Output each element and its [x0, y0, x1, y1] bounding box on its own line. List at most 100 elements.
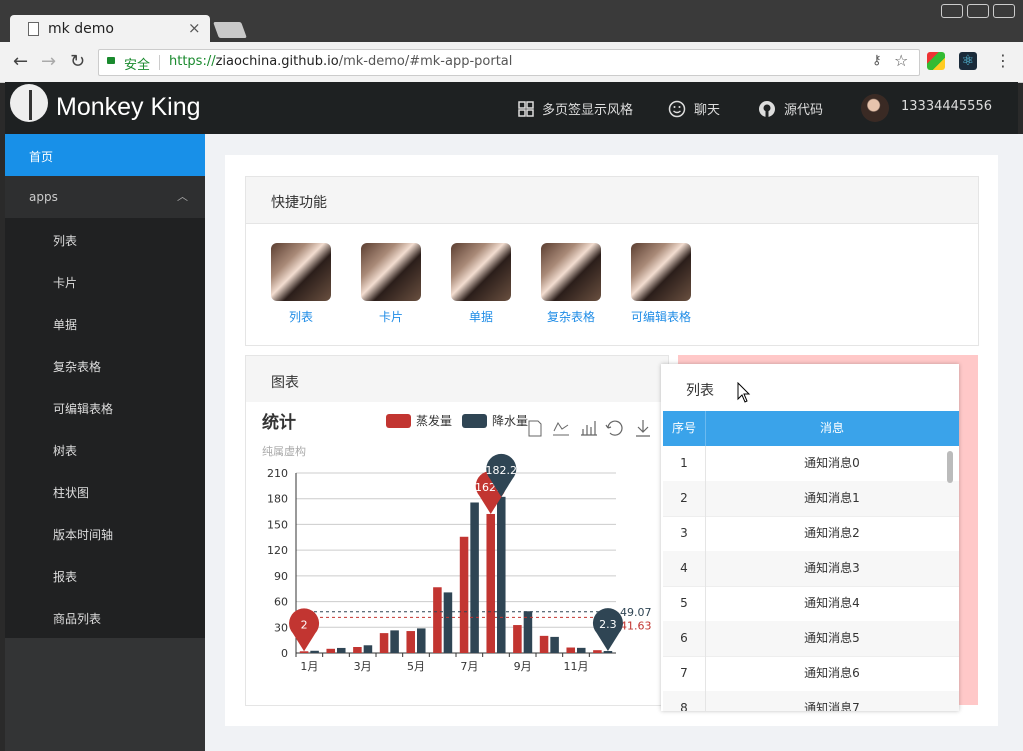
bar: [337, 647, 346, 653]
sidebar-item-editable-table[interactable]: 可编辑表格: [5, 386, 205, 428]
bookmark-star-icon[interactable]: ☆: [894, 51, 908, 70]
avatar[interactable]: [861, 94, 889, 122]
restore-icon[interactable]: [605, 420, 623, 436]
chart-panel: 图表 统计 纯属虚构 蒸发量 降水量 0 30 60 90 120 150 180 210 1月 3…: [245, 355, 669, 706]
bar: [497, 496, 506, 653]
chart-subtitle: 纯属虚构: [262, 444, 306, 458]
grid-icon: [518, 100, 534, 121]
quick-item-image: [361, 243, 421, 301]
key-icon[interactable]: ⚷: [872, 53, 882, 68]
marker-label: 2: [301, 618, 308, 631]
quick-item-complex-table[interactable]: 复杂表格: [526, 243, 616, 325]
sidebar-item-tree-table[interactable]: 树表: [5, 428, 205, 470]
address-bar[interactable]: 安全 https://ziaochina.github.io/mk-demo/#…: [98, 49, 920, 76]
source-code-link[interactable]: 源代码: [758, 99, 823, 122]
sidebar-item-label: 可编辑表格: [53, 402, 114, 416]
bar: [486, 513, 495, 653]
download-icon[interactable]: [636, 420, 650, 437]
sidebar-item-voucher[interactable]: 单据: [5, 302, 205, 344]
legend-label: 蒸发量: [416, 413, 452, 428]
quick-item-image: [631, 243, 691, 301]
table-row[interactable]: 4 通知消息3: [663, 551, 959, 587]
y-tick-label: 60: [274, 596, 288, 609]
table-row[interactable]: 7 通知消息6: [663, 656, 959, 692]
y-tick-label: 120: [267, 544, 288, 557]
window-close-icon[interactable]: [993, 4, 1015, 18]
sidebar-item-report[interactable]: 报表: [5, 554, 205, 596]
table-row[interactable]: 5 通知消息4: [663, 586, 959, 622]
forward-arrow-icon[interactable]: →: [41, 51, 56, 72]
bar-chart: 统计 纯属虚构 蒸发量 降水量 0 30 60 90 120 150 180 210 1月 3月 5月…: [262, 412, 652, 673]
line-chart-icon[interactable]: [553, 422, 569, 436]
table-row[interactable]: 3 通知消息2: [663, 516, 959, 552]
legend-label: 降水量: [492, 414, 528, 428]
bar: [326, 648, 335, 653]
list-scrollbar[interactable]: [947, 451, 953, 483]
quick-item-voucher[interactable]: 单据: [436, 243, 526, 325]
bar-chart-icon[interactable]: [581, 421, 597, 436]
quick-item-list[interactable]: 列表: [256, 243, 346, 325]
sidebar-item-label: 报表: [53, 570, 78, 584]
marker-label: 182.2: [486, 464, 518, 477]
reload-icon[interactable]: ↻: [70, 51, 85, 72]
data-view-icon[interactable]: [528, 420, 542, 437]
bar: [539, 635, 549, 653]
lock-icon: [107, 57, 115, 64]
row-message: 通知消息1: [804, 491, 860, 505]
sidebar-item-complex-table[interactable]: 复杂表格: [5, 344, 205, 386]
sidebar-item-home[interactable]: 首页: [5, 134, 205, 176]
sidebar-item-label: 卡片: [53, 276, 78, 290]
sidebar-item-timeline[interactable]: 版本时间轴: [5, 512, 205, 554]
chat-button[interactable]: 聊天: [668, 99, 720, 122]
y-tick-label: 180: [267, 493, 288, 506]
chart-title: 统计: [262, 412, 296, 433]
x-tick-label: 9月: [514, 660, 532, 673]
app-title: Monkey King: [56, 93, 201, 121]
table-row[interactable]: 8 通知消息7: [663, 691, 959, 711]
quick-item-editable-table[interactable]: 可编辑表格: [616, 243, 706, 325]
bar: [513, 625, 522, 653]
tab-style-toggle[interactable]: 多页签显示风格: [518, 99, 633, 121]
list-popup: 列表 序号 消息 1 通知消息0 2 通知消息1 3 通知消息2 4 通知消息3 5 通知…: [661, 364, 959, 711]
table-row[interactable]: 6 通知消息5: [663, 621, 959, 657]
sidebar-item-list[interactable]: 列表: [5, 218, 205, 260]
react-devtools-icon[interactable]: ⚛: [959, 52, 977, 70]
column-header-index[interactable]: 序号: [663, 411, 706, 446]
close-tab-icon[interactable]: ×: [188, 19, 201, 37]
quick-item-label: 单据: [468, 310, 493, 324]
quick-item-label: 复杂表格: [546, 310, 595, 324]
column-header-message[interactable]: 消息: [705, 411, 959, 446]
table-row[interactable]: 1 通知消息0: [663, 446, 959, 482]
sidebar-group-apps[interactable]: apps ︿: [5, 176, 205, 218]
extension-icon[interactable]: [927, 52, 945, 70]
bar: [353, 647, 362, 653]
marker-label: 2.3: [599, 618, 617, 631]
sidebar-item-label: 商品列表: [53, 612, 102, 626]
chart-markers: 41.6349.072162.2182.22.3: [289, 453, 652, 652]
bar: [566, 647, 575, 653]
user-phone[interactable]: 13334445556: [901, 99, 992, 114]
row-index: 5: [663, 586, 706, 621]
window-minimize-icon[interactable]: [941, 4, 963, 18]
row-index: 8: [663, 691, 706, 711]
x-tick-label: 7月: [460, 660, 478, 673]
row-index: 3: [663, 516, 706, 551]
chat-label: 聊天: [694, 103, 721, 118]
sidebar-item-card[interactable]: 卡片: [5, 260, 205, 302]
sidebar-item-products[interactable]: 商品列表: [5, 596, 205, 638]
quick-item-card[interactable]: 卡片: [346, 243, 436, 325]
bar: [577, 647, 586, 653]
back-arrow-icon[interactable]: ←: [13, 51, 28, 72]
sidebar-item-bar-chart[interactable]: 柱状图: [5, 470, 205, 512]
github-icon: [758, 100, 776, 122]
row-message: 通知消息3: [804, 561, 860, 575]
average-line-label: 41.63: [620, 619, 652, 632]
new-tab-button[interactable]: [213, 22, 247, 38]
window-maximize-icon[interactable]: [967, 4, 989, 18]
browser-tab[interactable]: mk demo ×: [10, 15, 210, 43]
url-text[interactable]: https://ziaochina.github.io/mk-demo/#mk-…: [169, 54, 512, 69]
row-index: 7: [663, 656, 706, 691]
app-logo: [10, 84, 48, 122]
browser-menu-icon[interactable]: ⋮: [995, 51, 1011, 70]
table-row[interactable]: 2 通知消息1: [663, 481, 959, 517]
